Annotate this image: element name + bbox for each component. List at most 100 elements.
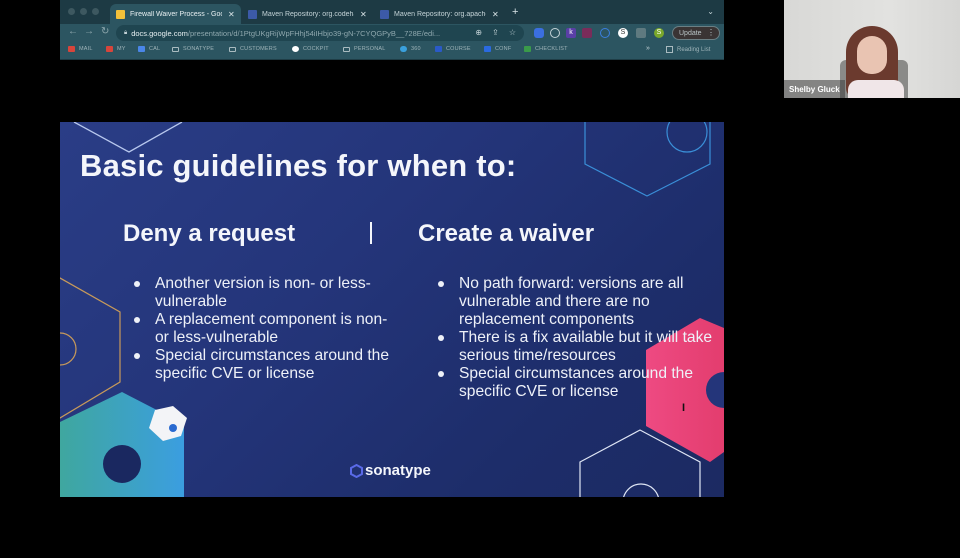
- browser-window: Firewall Waiver Process - Goo ✕ Maven Re…: [60, 0, 724, 558]
- bitwarden-extension-icon[interactable]: [534, 28, 544, 38]
- maximize-window-button[interactable]: [92, 8, 99, 15]
- bookmarks-bar: MAIL MY CAL SONATYPE CUSTOMERS COCKPIT P…: [60, 42, 724, 60]
- bookmark-mail[interactable]: MAIL: [68, 46, 93, 52]
- k-extension-icon[interactable]: k: [566, 28, 576, 38]
- cloud-icon: [400, 46, 407, 52]
- bullet-item: There is a fix available but it will tak…: [434, 329, 724, 365]
- deny-request-heading: Deny a request: [123, 220, 296, 247]
- address-bar[interactable]: 🔒︎ docs.google.com /presentation/d/1PtgU…: [116, 25, 524, 41]
- tab-search-chevron-icon[interactable]: ⌄: [707, 7, 714, 16]
- bullet-item: No path forward: versions are all vulner…: [434, 275, 724, 329]
- minimize-window-button[interactable]: [80, 8, 87, 15]
- omnibox-actions: ⊕ ⇪ ☆: [475, 28, 516, 37]
- star-icon[interactable]: ☆: [509, 28, 516, 37]
- tab-title: Maven Repository: org.codeha: [262, 10, 354, 18]
- browser-toolbar: ← → ↻ 🔒︎ docs.google.com /presentation/d…: [60, 24, 724, 42]
- bookmark-label: PERSONAL: [354, 46, 386, 52]
- bookmark-label: CUSTOMERS: [240, 46, 277, 52]
- tab-title: Maven Repository: org.apache: [394, 10, 486, 18]
- bookmark-label: SONATYPE: [183, 46, 215, 52]
- top-right-outline-circle: [666, 122, 708, 153]
- tab-bar: Firewall Waiver Process - Goo ✕ Maven Re…: [60, 0, 724, 24]
- new-tab-button[interactable]: +: [512, 6, 518, 18]
- video-participant-tile[interactable]: Shelby Gluck: [784, 0, 960, 98]
- gmail-icon: [106, 46, 113, 52]
- bottom-left-hole: [103, 445, 141, 483]
- bookmark-label: 360: [411, 46, 421, 52]
- sonatype-logo: sonatype: [350, 462, 431, 479]
- url-host: docs.google.com: [131, 28, 188, 38]
- tab-maven-codehaus[interactable]: Maven Repository: org.codeha ✕: [242, 4, 373, 24]
- google-slides-icon: [116, 9, 125, 19]
- window-controls: [68, 8, 99, 15]
- more-menu-icon[interactable]: ⋮: [707, 28, 715, 37]
- confluence-icon: [484, 46, 491, 52]
- url-path: /presentation/d/1PtgUKgRijWpFHhj54iIHbjo…: [187, 28, 441, 38]
- update-button[interactable]: Update ⋮: [672, 26, 720, 40]
- bookmark-cockpit[interactable]: COCKPIT: [292, 46, 329, 52]
- bookmark-label: CAL: [149, 46, 161, 52]
- google-icon: [292, 46, 299, 52]
- close-window-button[interactable]: [68, 8, 75, 15]
- folder-icon: [343, 46, 350, 52]
- bookmark-cal[interactable]: CAL: [138, 46, 160, 52]
- calendar-icon: [138, 46, 145, 52]
- bookmark-course[interactable]: COURSE: [435, 46, 471, 52]
- forward-button[interactable]: →: [84, 26, 94, 37]
- maven-icon: [248, 9, 257, 19]
- bookmark-label: MAIL: [79, 46, 93, 52]
- participant-shirt: [848, 80, 904, 98]
- bookmark-customers[interactable]: CUSTOMERS: [229, 46, 277, 52]
- close-tab-icon[interactable]: ✕: [492, 10, 499, 19]
- left-gold-outline-hexagon: [60, 277, 121, 419]
- zoom-icon[interactable]: ⊕: [475, 28, 482, 37]
- share-icon[interactable]: ⇪: [492, 28, 499, 37]
- bookmark-sonatype[interactable]: SONATYPE: [172, 46, 214, 52]
- bookmark-conf[interactable]: CONF: [484, 46, 511, 52]
- extensions-puzzle-icon[interactable]: [636, 28, 646, 38]
- checklist-icon: [524, 46, 531, 52]
- close-tab-icon[interactable]: ✕: [228, 10, 235, 19]
- create-waiver-bullets: No path forward: versions are all vulner…: [434, 275, 724, 401]
- bookmark-label: MY: [117, 46, 126, 52]
- gmail-icon: [68, 46, 75, 52]
- c-logo-icon: [435, 46, 442, 52]
- bullet-item: Special circumstances around the specifi…: [130, 347, 400, 383]
- sonatype-hexagon-icon: [350, 463, 363, 478]
- m-extension-icon[interactable]: [582, 28, 592, 38]
- back-button[interactable]: ←: [68, 26, 78, 37]
- bookmark-personal[interactable]: PERSONAL: [343, 46, 386, 52]
- tab-maven-apache[interactable]: Maven Repository: org.apache ✕: [374, 4, 505, 24]
- maven-icon: [380, 9, 389, 19]
- reading-list-button[interactable]: Reading List: [666, 46, 710, 53]
- column-separator: [370, 222, 372, 244]
- s-extension-icon[interactable]: S: [618, 28, 628, 38]
- top-right-outline-hexagon: [584, 122, 711, 197]
- text-cursor-icon: I: [682, 402, 686, 414]
- bullet-item: Special circumstances around the specifi…: [434, 365, 724, 401]
- close-tab-icon[interactable]: ✕: [360, 10, 367, 19]
- bottom-right-outline-circle: [623, 483, 659, 497]
- reload-button[interactable]: ↻: [101, 26, 109, 37]
- bookmark-checklist[interactable]: CHECKLIST: [524, 46, 568, 52]
- profile-avatar[interactable]: S: [654, 28, 664, 38]
- bookmark-label: CHECKLIST: [535, 46, 568, 52]
- deny-request-bullets: Another version is non- or less-vulnerab…: [130, 275, 400, 383]
- tab-firewall-waiver[interactable]: Firewall Waiver Process - Goo ✕: [110, 4, 241, 24]
- update-label: Update: [679, 29, 702, 37]
- participant-face: [857, 36, 887, 74]
- bookmark-360[interactable]: 360: [400, 46, 421, 52]
- bookmark-my[interactable]: MY: [106, 46, 126, 52]
- refresh-extension-icon[interactable]: [550, 28, 560, 38]
- reading-list-icon: [666, 46, 673, 53]
- more-bookmarks-button[interactable]: »: [646, 45, 650, 52]
- bookmark-label: COCKPIT: [303, 46, 329, 52]
- screen: Firewall Waiver Process - Goo ✕ Maven Re…: [0, 0, 960, 558]
- bullet-item: A replacement component is non- or less-…: [130, 311, 400, 347]
- presentation-slide: Basic guidelines for when to: Deny a req…: [60, 122, 724, 497]
- bookmark-label: CONF: [495, 46, 512, 52]
- ring-extension-icon[interactable]: [600, 28, 610, 38]
- reading-list-label: Reading List: [677, 46, 711, 53]
- lock-icon: 🔒︎: [124, 29, 128, 36]
- white-nut-hole: [169, 424, 177, 432]
